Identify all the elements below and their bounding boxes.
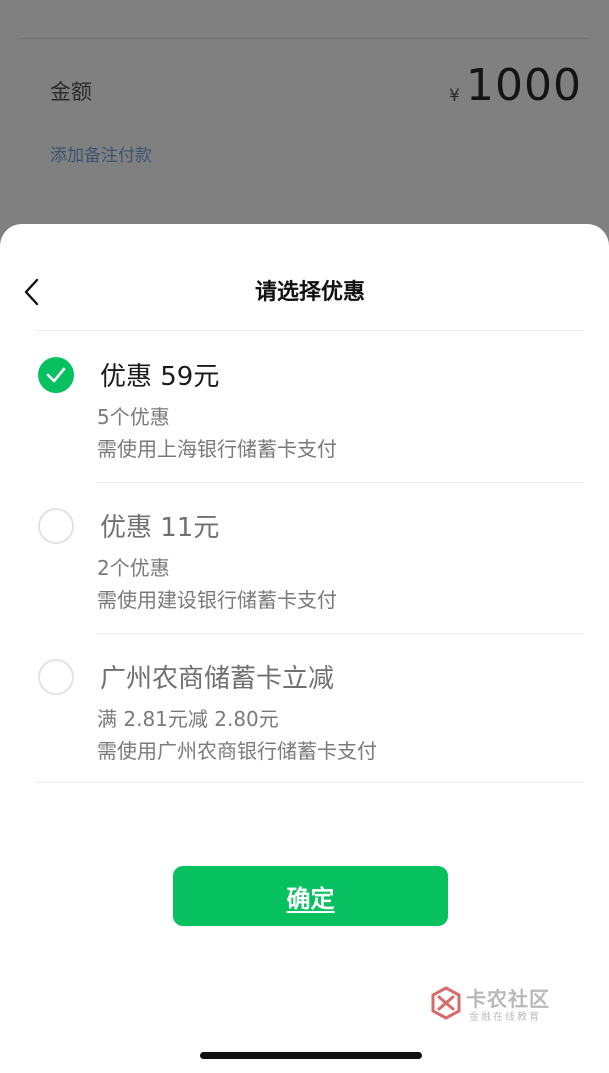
discount-option[interactable]: 广州农商储蓄卡立减 满 2.81元减 2.80元 需使用广州农商银行储蓄卡支付 — [36, 634, 584, 784]
discount-option[interactable]: 优惠 11元 2个优惠 需使用建设银行储蓄卡支付 — [36, 483, 584, 634]
currency-symbol: ¥ — [449, 86, 460, 106]
radio-checked[interactable] — [38, 357, 74, 393]
divider — [36, 782, 584, 783]
home-indicator — [200, 1052, 422, 1059]
divider — [20, 38, 589, 39]
screen: 金额 ¥ 1000 添加备注付款 请选择优惠 优惠 59元 5个优惠 需使用上海… — [0, 0, 609, 1073]
discount-option[interactable]: 优惠 59元 5个优惠 需使用上海银行储蓄卡支付 — [36, 332, 584, 483]
watermark: 卡农社区 金融在线教育 — [428, 983, 558, 1023]
option-title: 广州农商储蓄卡立减 — [100, 664, 335, 694]
option-requirement: 需使用建设银行储蓄卡支付 — [97, 588, 337, 612]
add-remark-link[interactable]: 添加备注付款 — [50, 141, 152, 166]
amount-label: 金额 — [50, 80, 92, 104]
radio-unchecked[interactable] — [38, 508, 74, 544]
option-detail: 5个优惠 — [97, 405, 170, 429]
background-payment-page: 金额 ¥ 1000 添加备注付款 — [0, 0, 609, 260]
option-requirement: 需使用上海银行储蓄卡支付 — [97, 437, 337, 461]
option-title: 优惠 59元 — [100, 362, 220, 392]
sheet-title: 请选择优惠 — [254, 280, 365, 305]
checkmark-icon — [46, 367, 66, 383]
amount-value: 1000 — [466, 60, 582, 111]
watermark-tagline: 金融在线教育 — [469, 1012, 541, 1023]
watermark-logo-icon — [431, 986, 461, 1020]
option-detail: 2个优惠 — [97, 556, 170, 580]
option-detail: 满 2.81元减 2.80元 — [97, 707, 279, 731]
confirm-button-label: 确定 — [286, 885, 335, 913]
discount-sheet: 请选择优惠 优惠 59元 5个优惠 需使用上海银行储蓄卡支付 优惠 11元 2个… — [0, 224, 609, 1073]
radio-unchecked[interactable] — [38, 659, 74, 695]
option-title: 优惠 11元 — [100, 513, 220, 543]
option-requirement: 需使用广州农商银行储蓄卡支付 — [97, 739, 377, 763]
confirm-button[interactable]: 确定 — [173, 866, 448, 926]
divider — [36, 330, 584, 331]
